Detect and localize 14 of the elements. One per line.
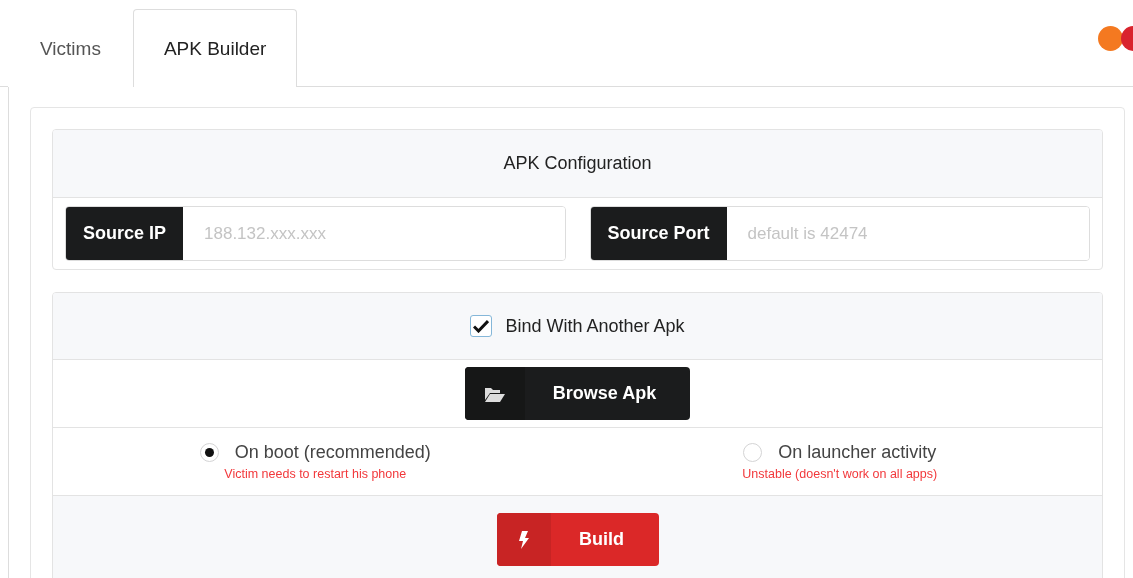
folder-icon	[485, 385, 505, 402]
browse-button[interactable]: Browse Apk	[465, 367, 690, 420]
tab[interactable]: APK Builder	[132, 9, 298, 87]
lightning-icon	[518, 530, 529, 549]
warning-note: Victim needs to restart his phone	[224, 467, 407, 481]
radio-button[interactable]	[743, 443, 763, 462]
warning-note: Unstable (doesn't work on all apps)	[742, 467, 938, 481]
radio-label: On boot (recommended)	[234, 442, 431, 463]
build-button[interactable]: Build	[496, 513, 659, 566]
checkbox-label: Bind With Another Apk	[505, 315, 685, 337]
radio-button[interactable]	[199, 443, 219, 462]
radio-label: On launcher activity	[778, 442, 937, 463]
checkbox[interactable]	[470, 315, 493, 337]
panel-title: APK Configuration	[503, 153, 652, 174]
